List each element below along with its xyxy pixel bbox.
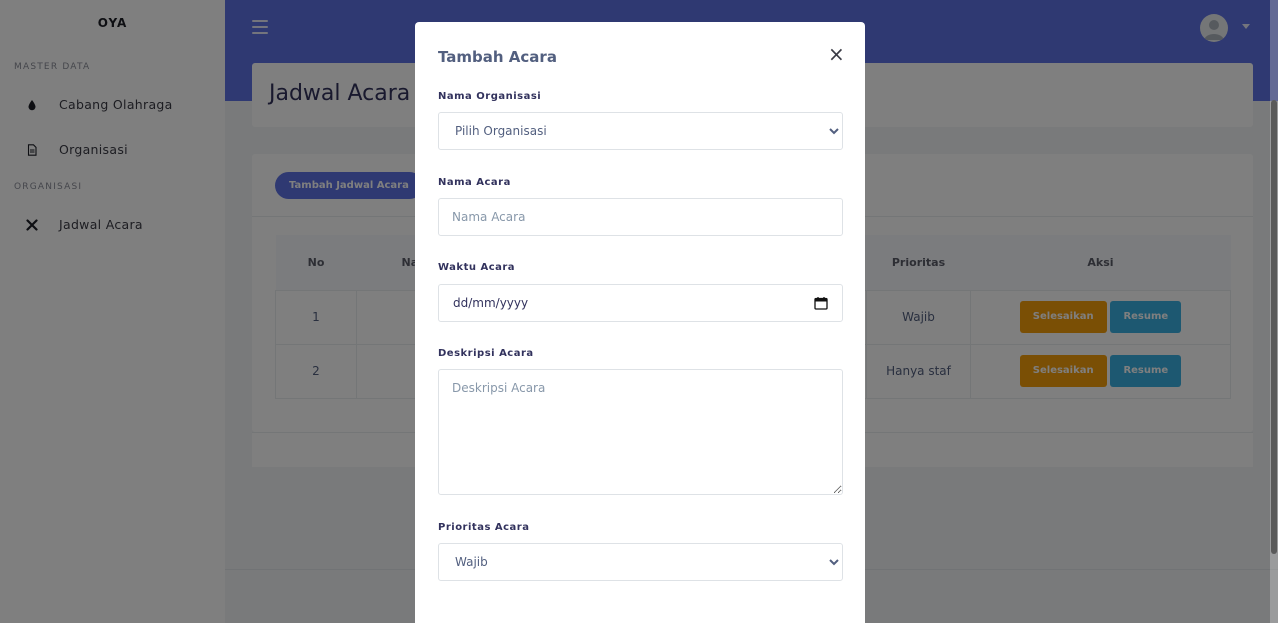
scrollbar-thumb[interactable] xyxy=(1271,100,1277,554)
waktu-acara-label: Waktu Acara xyxy=(438,262,516,273)
nama-acara-input[interactable] xyxy=(438,198,843,236)
modal-title: Tambah Acara xyxy=(438,48,557,66)
prioritas-acara-label: Prioritas Acara xyxy=(438,522,530,533)
deskripsi-acara-label: Deskripsi Acara xyxy=(438,348,534,359)
prioritas-acara-select[interactable]: Wajib xyxy=(438,543,843,581)
calendar-icon[interactable] xyxy=(814,296,828,310)
nama-acara-label: Nama Acara xyxy=(438,177,511,188)
organisasi-label: Nama Organisasi xyxy=(438,91,542,102)
organisasi-select[interactable]: Pilih Organisasi xyxy=(438,112,843,150)
add-event-modal: Tambah Acara × Nama Organisasi Pilih Org… xyxy=(415,22,865,623)
close-icon[interactable]: × xyxy=(828,44,845,64)
waktu-acara-date-input[interactable]: dd/mm/yyyy xyxy=(438,284,843,322)
deskripsi-acara-textarea[interactable] xyxy=(438,369,843,495)
date-placeholder: dd/mm/yyyy xyxy=(453,296,529,310)
